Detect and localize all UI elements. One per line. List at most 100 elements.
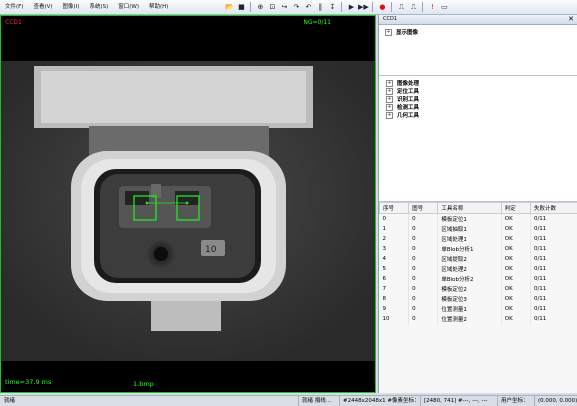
table-cell: OK [501,314,530,324]
tree-node-geometry-tools[interactable]: + 几何工具 [386,111,571,119]
tree-node-inspect-tools[interactable]: + 检测工具 [386,103,571,111]
expand-icon[interactable]: + [386,96,393,103]
expand-icon[interactable]: + [386,80,393,87]
run-icon[interactable]: ▶ [346,2,356,12]
tree-node-image-processing[interactable]: + 图像处理 [386,79,571,87]
menu-bar: 文件(F) 查看(V) 图像(I) 系统(S) 窗口(W) 帮助(H) 📂 ■ … [0,0,577,15]
column-header[interactable]: 工具名称 [438,203,501,214]
menu-view[interactable]: 查看(V) [28,0,57,14]
camera-label: CCD1 [5,19,22,26]
table-row[interactable]: 100位置测量2OK0/11 [380,314,577,324]
table-cell: 区域提取2 [438,254,501,264]
toolbar: 📂 ■ ⊕ ⊡ ↪ ↷ ↶ ‖ ↧ ▶ ▶▶ ● ⎍ ⎍ ! ▭ [223,0,450,14]
save-icon[interactable]: ■ [236,2,246,12]
menu-system[interactable]: 系统(S) [84,0,113,14]
table-row[interactable]: 70模板定位2OK0/11 [380,284,577,294]
step-icon[interactable]: ↪ [279,2,289,12]
file-name-label: 1.bmp [133,380,154,388]
image-viewer[interactable]: 10 CCD1 NG=0/11 time=37.9 ms 1.bmp [0,15,376,393]
toolbar-separator [391,2,392,12]
toolbar-separator [341,2,342,12]
table-cell: 0/11 [530,274,577,284]
step-over-icon[interactable]: ↷ [291,2,301,12]
table-row[interactable]: 80模板定位3OK0/11 [380,294,577,304]
table-cell: 9 [380,304,409,314]
time-label: time=37.9 ms [5,378,51,386]
table-row[interactable]: 20区域处理1OK0/11 [380,234,577,244]
tree-node-locate-tools[interactable]: + 定位工具 [386,87,571,95]
pulse-high-icon[interactable]: ⎍ [396,2,406,12]
tree-node-recognize-tools[interactable]: + 识别工具 [386,95,571,103]
table-cell: 0/11 [530,234,577,244]
table-cell: 6 [380,274,409,284]
status-bar: 就绪 就绪 捐线... #2448x2048x1 #像素坐标： [2480, 7… [0,395,577,406]
menu-help[interactable]: 帮助(H) [144,0,173,14]
table-cell: 模板定位1 [438,214,501,225]
menu-file[interactable]: 文件(F) [0,0,28,14]
column-header[interactable]: 图号 [409,203,438,214]
window-icon[interactable]: ▭ [439,2,449,12]
table-cell: OK [501,304,530,314]
table-cell: 区域抽取1 [438,224,501,234]
pause-bar-icon[interactable]: ‖ [315,2,325,12]
table-cell: 位置测量2 [438,314,501,324]
menu-window[interactable]: 窗口(W) [113,0,144,14]
panel-header: CCD1 ✕ [379,15,577,25]
zoom-fit-icon[interactable]: ⊡ [267,2,277,12]
step-back-icon[interactable]: ↶ [303,2,313,12]
expand-icon[interactable]: + [386,88,393,95]
run-all-icon[interactable]: ▶▶ [358,2,368,12]
tree-node-label: 定位工具 [397,87,419,95]
table-cell: 2 [380,234,409,244]
table-row[interactable]: 30单Blob分析1OK0/11 [380,244,577,254]
column-header[interactable]: 判定 [501,203,530,214]
pulse-low-icon[interactable]: ⎍ [408,2,418,12]
expand-icon[interactable]: + [386,104,393,111]
table-cell: 0/11 [530,224,577,234]
table-cell: 0 [409,234,438,244]
alert-icon[interactable]: ! [427,2,437,12]
table-cell: 单Blob分析2 [438,274,501,284]
menu-image[interactable]: 图像(I) [58,0,85,14]
table-cell: 0 [409,224,438,234]
table-row[interactable]: 10区域抽取1OK0/11 [380,224,577,234]
main-menu: 文件(F) 查看(V) 图像(I) 系统(S) 窗口(W) 帮助(H) [0,0,173,14]
tree-node-label: 检测工具 [397,103,419,111]
table-cell: 区域处理1 [438,234,501,244]
table-row[interactable]: 40区域提取2OK0/11 [380,254,577,264]
expand-icon[interactable]: + [385,29,392,36]
table-cell: 0/11 [530,254,577,264]
table-cell: 0 [409,294,438,304]
zoom-in-icon[interactable]: ⊕ [255,2,265,12]
svg-text:10: 10 [205,245,217,255]
tool-tree: + 图像处理 + 定位工具 + 识别工具 + 检测工具 + 几何工具 [379,76,577,202]
tree-node-label: 图像处理 [397,79,419,87]
table-cell: 0/11 [530,314,577,324]
column-header[interactable]: 失败计数 [530,203,577,214]
stop-icon[interactable]: ● [377,2,387,12]
tree-node-display-image[interactable]: + 显示图像 [385,28,571,36]
table-row[interactable]: 90位置测量1OK0/11 [380,304,577,314]
table-cell: 模板定位2 [438,284,501,294]
table-row[interactable]: 50区域处理2OK0/11 [380,264,577,274]
close-icon[interactable]: ✕ [568,15,574,24]
table-cell: 0 [409,254,438,264]
table-cell: 位置测量1 [438,304,501,314]
open-folder-icon[interactable]: 📂 [224,2,234,12]
toolbar-separator [372,2,373,12]
table-cell: 区域处理2 [438,264,501,274]
table-cell: 0 [409,244,438,254]
table-cell: 0/11 [530,264,577,274]
table-cell: 4 [380,254,409,264]
table-row[interactable]: 60单Blob分析2OK0/11 [380,274,577,284]
table-cell: OK [501,254,530,264]
step-into-icon[interactable]: ↧ [327,2,337,12]
table-cell: 8 [380,294,409,304]
table-cell: 1 [380,224,409,234]
table-cell: 0/11 [530,294,577,304]
column-header[interactable]: 序号 [380,203,409,214]
expand-icon[interactable]: + [386,112,393,119]
tool-panel: CCD1 ✕ + 显示图像 + 图像处理 + 定位工具 + 识别工具 + 检测工… [378,15,577,393]
table-cell: 模板定位3 [438,294,501,304]
table-row[interactable]: 00模板定位1OK0/11 [380,214,577,225]
